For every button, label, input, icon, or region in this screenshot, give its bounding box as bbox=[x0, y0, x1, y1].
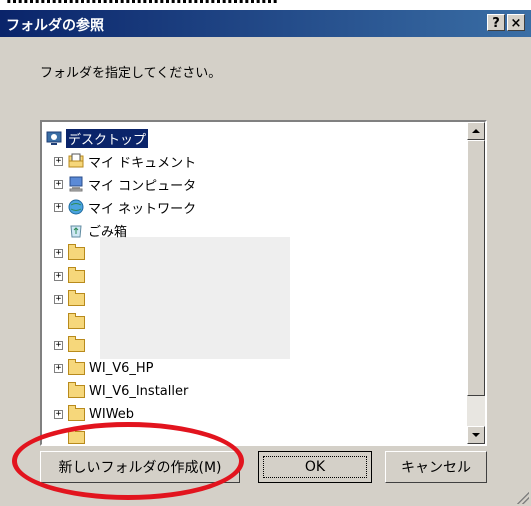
expand-icon[interactable]: + bbox=[54, 180, 63, 189]
tree-item-wiweb[interactable]: WIWeb bbox=[68, 404, 134, 424]
folder-icon bbox=[68, 289, 85, 306]
tree-item-label: マイ コンピュータ bbox=[88, 178, 197, 194]
tree-item-folder[interactable] bbox=[68, 312, 89, 332]
expand-icon[interactable]: + bbox=[54, 410, 63, 419]
expand-icon[interactable]: + bbox=[54, 203, 63, 212]
background-text-fragment: ………………………………………… bbox=[0, 0, 531, 10]
help-button[interactable]: ? bbox=[487, 14, 505, 31]
folder-icon bbox=[68, 312, 85, 329]
tree-item-wi-v6-installer[interactable]: WI_V6_Installer bbox=[68, 381, 188, 401]
dialog-title: フォルダの参照 bbox=[6, 18, 104, 34]
focus-rectangle bbox=[263, 456, 367, 478]
tree-item-network[interactable]: マイ ネットワーク bbox=[68, 197, 196, 217]
folder-icon bbox=[68, 335, 85, 352]
expand-icon[interactable]: + bbox=[54, 249, 63, 258]
tree-item-label: WIWeb bbox=[89, 406, 135, 422]
tree-item-label: マイ ネットワーク bbox=[88, 201, 197, 217]
expand-icon[interactable]: + bbox=[54, 364, 63, 373]
documents-icon bbox=[68, 153, 84, 168]
folder-icon bbox=[68, 243, 85, 260]
expand-icon[interactable]: + bbox=[54, 341, 63, 350]
vertical-scrollbar[interactable] bbox=[467, 122, 485, 444]
folder-icon bbox=[68, 381, 85, 398]
scroll-up-button[interactable] bbox=[467, 122, 485, 140]
tree-item-recycle-bin[interactable]: ごみ箱 bbox=[68, 220, 127, 240]
recycle-bin-icon bbox=[70, 225, 82, 238]
resize-grip[interactable] bbox=[517, 492, 529, 504]
expand-icon[interactable]: + bbox=[54, 272, 63, 281]
tree-item-label: WI_V6_Installer bbox=[89, 383, 189, 399]
cancel-button[interactable]: キャンセル bbox=[385, 451, 487, 483]
tree-item-folder[interactable] bbox=[68, 243, 89, 263]
desktop-icon bbox=[46, 131, 62, 145]
annotation-highlight-circle bbox=[12, 422, 244, 500]
tree-item-folder[interactable] bbox=[68, 266, 89, 286]
tree-item-label: マイ ドキュメント bbox=[88, 155, 197, 171]
tree-item-folder[interactable] bbox=[68, 289, 89, 309]
computer-icon bbox=[69, 176, 83, 192]
tree-item-label: WI_V6_HP bbox=[89, 360, 154, 376]
tree-item-wi-v6-hp[interactable]: WI_V6_HP bbox=[68, 358, 153, 378]
ok-button[interactable]: OK bbox=[258, 451, 372, 483]
scroll-down-button[interactable] bbox=[467, 426, 485, 444]
tree-item-label: デスクトップ bbox=[66, 128, 149, 148]
close-button[interactable]: × bbox=[507, 14, 525, 31]
tree-item-folder[interactable] bbox=[68, 335, 89, 355]
network-icon bbox=[68, 199, 84, 215]
scroll-thumb[interactable] bbox=[467, 140, 485, 396]
obscured-region bbox=[100, 237, 290, 359]
title-bar: フォルダの参照 ? × bbox=[0, 10, 531, 37]
folder-icon bbox=[68, 404, 85, 421]
expand-icon[interactable]: + bbox=[54, 157, 63, 166]
folder-tree[interactable]: デスクトップ + マイ ドキュメント + マイ コンピュータ + マイ ネットワ… bbox=[40, 120, 487, 446]
folder-icon bbox=[68, 358, 85, 375]
expand-icon[interactable]: + bbox=[54, 295, 63, 304]
tree-item-label: ごみ箱 bbox=[88, 224, 128, 240]
tree-item-desktop[interactable]: デスクトップ bbox=[46, 128, 149, 148]
arrow-up-icon bbox=[472, 129, 480, 133]
arrow-down-icon bbox=[472, 433, 480, 437]
tree-item-computer[interactable]: マイ コンピュータ bbox=[68, 174, 196, 194]
tree-item-documents[interactable]: マイ ドキュメント bbox=[68, 151, 196, 171]
instruction-text: フォルダを指定してください。 bbox=[40, 66, 222, 81]
folder-icon bbox=[68, 266, 85, 283]
